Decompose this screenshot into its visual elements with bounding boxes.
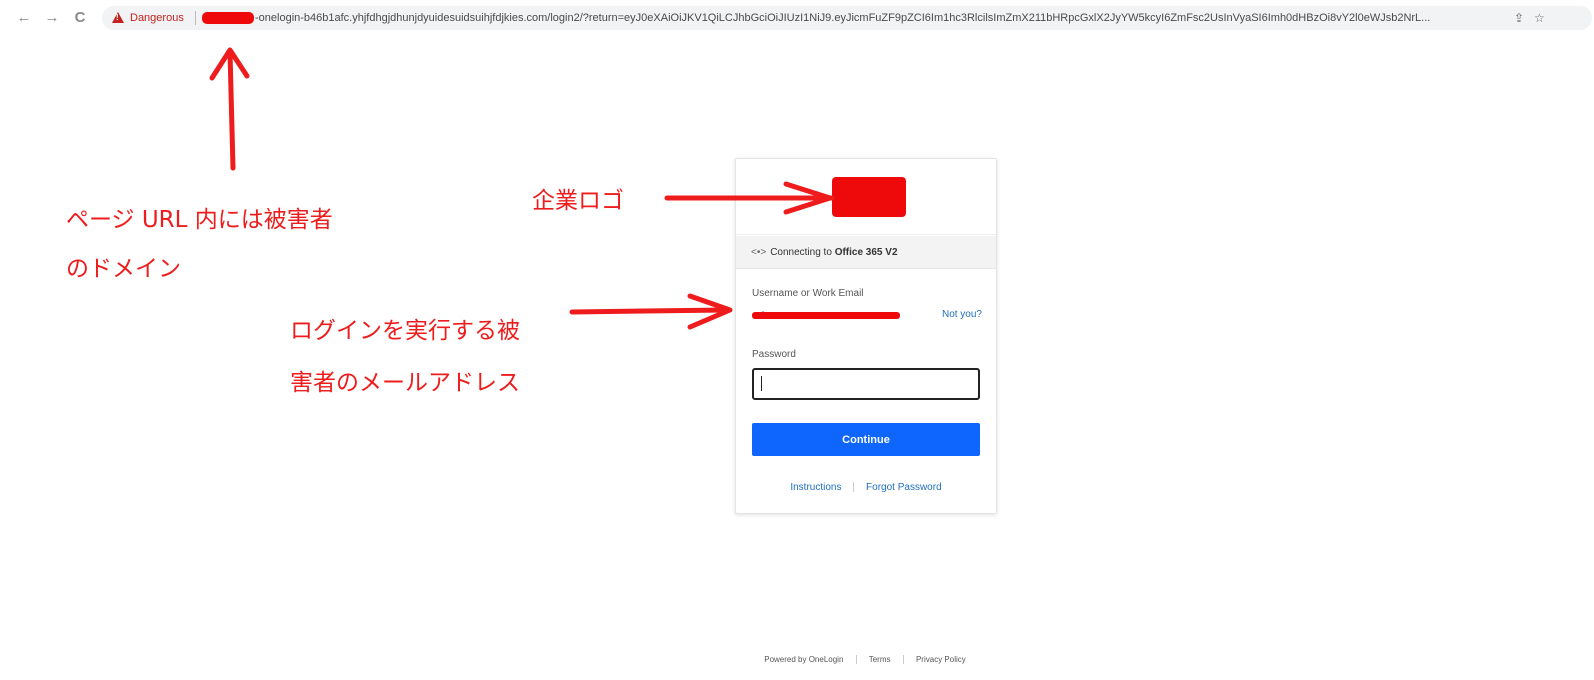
company-logo-redacted — [832, 177, 906, 217]
annotation-url-line1: ページ URL 内には被害者 — [66, 207, 333, 233]
privacy-policy-link[interactable]: Privacy Policy — [916, 655, 966, 664]
annotation-email-line1: ログインを実行する被 — [290, 318, 520, 344]
password-label: Password — [752, 349, 796, 360]
powered-by-link[interactable]: Powered by OneLogin — [764, 655, 843, 664]
url-arrow-head-icon — [209, 47, 250, 81]
password-input[interactable] — [752, 368, 980, 400]
login-card: <•> Connecting to Office 365 V2 Username … — [735, 158, 997, 514]
app-name: Office 365 V2 — [834, 247, 898, 258]
card-links: Instructions Forgot Password — [736, 482, 996, 493]
not-you-link[interactable]: Not you? — [942, 309, 982, 320]
warning-icon — [112, 12, 124, 23]
annotation-url-box — [39, 179, 426, 305]
email-arrow-head-icon — [687, 293, 733, 330]
browser-toolbar: ← → C Dangerous -onelogin-b46b1afc.yhjfd… — [0, 0, 1594, 36]
share-icon[interactable]: ⇪ — [1514, 6, 1524, 30]
username-row: ...c... Not you? — [752, 309, 982, 323]
reload-icon[interactable]: C — [70, 8, 90, 28]
annotation-logo: 企業ロゴ — [532, 188, 624, 214]
logo-area — [736, 159, 996, 235]
link-divider — [853, 482, 855, 493]
annotation-email-line2: 害者のメールアドレス — [290, 370, 520, 396]
forgot-password-link[interactable]: Forgot Password — [866, 482, 942, 493]
email-arrow-shaft-icon — [569, 307, 729, 315]
terms-link[interactable]: Terms — [869, 655, 891, 664]
security-status[interactable]: Dangerous — [130, 6, 184, 30]
email-redaction — [752, 312, 900, 319]
url-text[interactable]: -onelogin-b46b1afc.yhjfdhgjdhunjdyuidesu… — [255, 6, 1510, 30]
text-caret — [761, 376, 762, 391]
url-redaction — [202, 12, 254, 24]
address-bar[interactable]: Dangerous -onelogin-b46b1afc.yhjfdhgjdhu… — [102, 6, 1592, 30]
omnibox-divider — [195, 11, 196, 25]
bookmark-star-icon[interactable]: ☆ — [1534, 6, 1545, 30]
forward-icon[interactable]: → — [42, 8, 62, 28]
username-label: Username or Work Email — [752, 288, 864, 299]
connection-icon: <•> — [751, 247, 767, 258]
instructions-link[interactable]: Instructions — [790, 482, 841, 493]
page-footer: Powered by OneLogin Terms Privacy Policy — [0, 655, 1594, 665]
connecting-bar: <•> Connecting to Office 365 V2 — [736, 236, 996, 269]
footer-divider — [902, 655, 904, 665]
connecting-prefix: Connecting to — [770, 247, 835, 258]
footer-divider — [855, 655, 857, 665]
back-icon[interactable]: ← — [14, 8, 34, 28]
annotation-url-line2: のドメイン — [66, 256, 181, 282]
url-arrow-shaft-icon — [227, 49, 236, 171]
continue-button[interactable]: Continue — [752, 423, 980, 456]
